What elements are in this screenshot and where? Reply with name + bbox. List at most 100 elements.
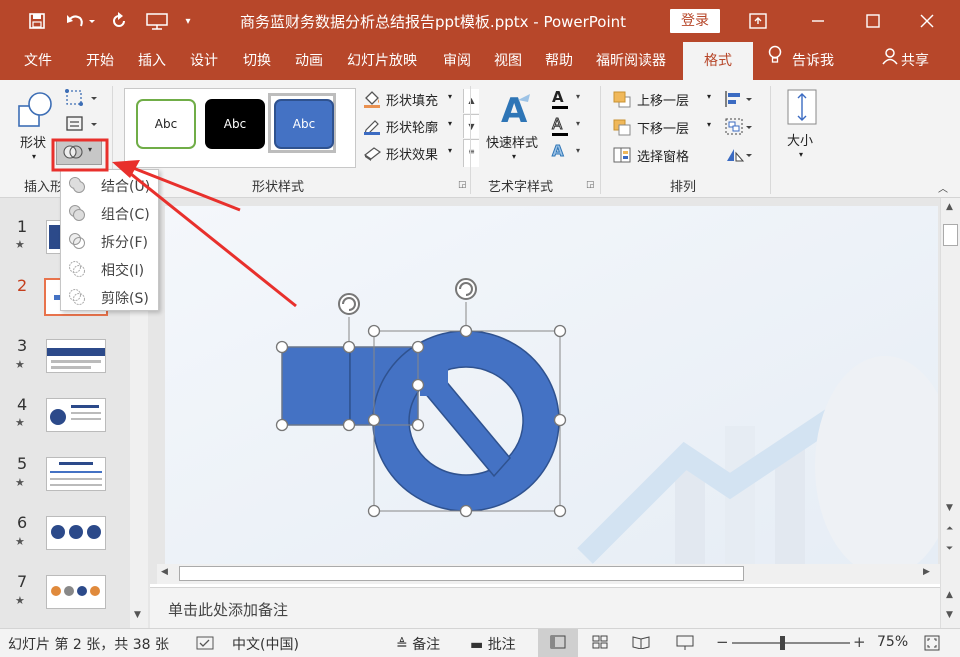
merge-subtract-item[interactable]: 剪除(S) [61,283,158,311]
wordart-dialog-launcher-icon[interactable]: ◲ [586,180,595,190]
wordart-a-icon: A [498,90,534,134]
text-outline-button[interactable]: A ▾ [551,115,588,137]
language-indicator[interactable]: 中文(中国) [232,634,299,654]
reading-view-icon[interactable] [632,635,650,653]
zoom-in-icon[interactable]: + [853,633,866,651]
notes-scroll-up-icon[interactable]: ▲ [946,590,953,600]
tab-file[interactable]: 文件 [24,42,52,80]
tab-transitions[interactable]: 切换 [243,42,271,80]
slide-thumbnail-7[interactable] [46,575,106,609]
horizontal-scrollbar[interactable]: ◀ ▶ [157,564,940,584]
spell-check-icon[interactable] [196,636,214,654]
gallery-more-icon[interactable]: ≡ [463,139,479,167]
slide-canvas[interactable] [165,206,938,564]
tab-design[interactable]: 设计 [190,42,218,80]
minimize-icon[interactable] [805,8,831,34]
maximize-icon[interactable] [860,8,886,34]
merge-shapes-button[interactable]: ▾ [56,139,102,165]
slide-thumbnail-5[interactable] [46,457,106,491]
zoom-out-icon[interactable]: − [716,633,729,651]
share-button[interactable]: 共享 [882,42,929,80]
slide-thumbnail-6[interactable] [46,516,106,550]
scroll-down-icon[interactable]: ▼ [134,610,141,620]
align-icon[interactable] [724,89,754,109]
zoom-slider-thumb[interactable] [780,636,785,650]
slide-sorter-view-icon[interactable] [592,635,608,653]
merge-union-item[interactable]: 结合(U) [61,171,158,199]
edit-shape-icon[interactable] [64,88,100,108]
scroll-right-icon[interactable]: ▶ [923,567,930,577]
comments-toggle-button[interactable]: ▬ 批注 [470,634,516,654]
slideshow-view-icon[interactable] [676,635,694,655]
size-button[interactable]: 大小 ▾ [778,86,826,170]
slide-thumbnail-3[interactable] [46,339,106,373]
tell-me-button[interactable]: 告诉我 [768,42,834,80]
size-chevron-icon: ▾ [799,150,804,159]
slide-thumbnail-4[interactable] [46,398,106,432]
tab-home[interactable]: 开始 [86,42,114,80]
person-icon [882,42,898,80]
scroll-up-icon[interactable]: ▲ [946,202,953,212]
notes-scroll-down-icon[interactable]: ▼ [946,610,953,620]
shape-fill-label: 形状填充 [386,94,439,109]
zoom-level[interactable]: 75% [877,634,908,650]
customize-qat-icon[interactable]: ▾ [180,10,196,32]
tab-animations[interactable]: 动画 [295,42,323,80]
rotate-icon[interactable] [724,145,754,165]
shape-style-preset-black[interactable]: Abc [205,99,265,149]
shapes-gallery-icon[interactable] [16,90,56,130]
merge-intersect-item[interactable]: 相交(I) [61,255,158,283]
shape-button[interactable]: 形状 [20,132,46,151]
scroll-left-icon[interactable]: ◀ [161,567,168,577]
tab-foxit-reader[interactable]: 福昕阅读器 [596,42,666,80]
animation-star-icon: ★ [15,476,25,489]
group-objects-icon[interactable] [724,117,754,137]
gallery-scroll-up-icon[interactable]: ▲ [463,89,479,113]
collapse-ribbon-icon[interactable]: ︿ [938,180,948,195]
merge-combine-item[interactable]: 组合(C) [61,199,158,227]
zoom-slider[interactable] [732,636,850,650]
redo-icon[interactable] [108,10,130,32]
normal-view-button[interactable] [538,629,578,657]
notes-label: 备注 [412,637,441,653]
lightbulb-icon [768,42,782,80]
tab-slideshow[interactable]: 幻灯片放映 [347,42,417,80]
text-fill-icon: A [552,88,564,106]
slideshow-icon[interactable] [144,10,170,32]
shape-style-preset-blue[interactable]: Abc [274,99,334,149]
notes-toggle-button[interactable]: ≜ 备注 [396,634,440,654]
login-button[interactable]: 登录 [670,9,720,33]
merge-fragment-item[interactable]: 拆分(F) [61,227,158,255]
scroll-down-icon[interactable]: ▼ [946,503,953,513]
wordart-a-glyph: A [501,91,528,130]
scroll-thumb[interactable] [179,566,744,581]
notes-pane[interactable]: 单击此处添加备注 [150,587,940,628]
close-icon[interactable] [914,8,940,34]
shape-dropdown-chevron-icon[interactable]: ▾ [32,152,36,161]
shape-style-preset-green[interactable]: Abc [136,99,196,149]
tab-review[interactable]: 审阅 [443,42,471,80]
merge-shapes-menu: 结合(U) 组合(C) 拆分(F) 相交(I) 剪除(S) [60,169,159,311]
shape-styles-dialog-launcher-icon[interactable]: ◲ [458,180,467,190]
scroll-thumb[interactable] [943,224,958,246]
text-box-icon[interactable] [64,114,100,134]
undo-icon[interactable] [62,10,98,32]
previous-slide-icon[interactable]: ⏶ [946,524,953,534]
shape-effects-icon [362,143,382,167]
ribbon-display-options-icon[interactable] [745,8,771,34]
quick-styles-button[interactable]: A 快速样式 ▾ [484,88,548,168]
tab-view[interactable]: 视图 [494,42,522,80]
save-icon[interactable] [26,10,48,32]
text-effects-button[interactable]: A ▾ [552,142,588,164]
gallery-scroll-down-icon[interactable]: ▼ [463,114,479,138]
text-fill-button[interactable]: A ▾ [552,88,588,110]
slide-counter: 幻灯片 第 2 张，共 38 张 [8,637,169,653]
shape-effects-chevron-icon: ▾ [448,146,453,155]
tab-format[interactable]: 格式 [683,42,753,80]
shape-label: 形状 [20,136,47,151]
next-slide-icon[interactable]: ⏷ [946,544,953,554]
tab-insert[interactable]: 插入 [138,42,166,80]
vertical-scrollbar[interactable]: ▲ ▼ ⏶ ⏷ ▲ ▼ [940,198,960,628]
tab-help[interactable]: 帮助 [545,42,573,80]
fit-slide-icon[interactable] [924,635,940,655]
